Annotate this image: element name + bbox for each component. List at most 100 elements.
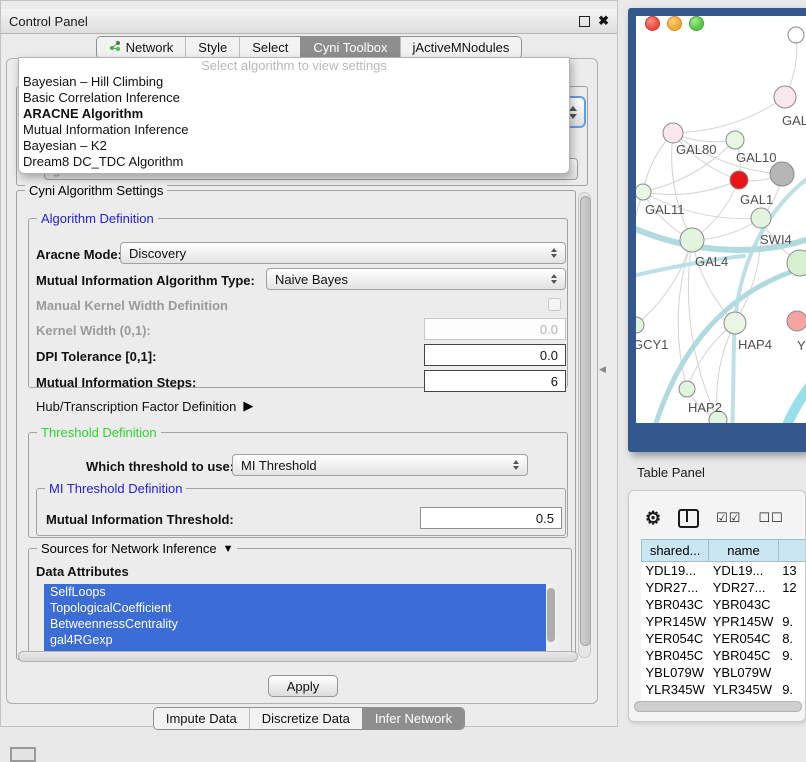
mi-threshold-group-title: MI Threshold Definition bbox=[45, 481, 186, 496]
sources-group-title: Sources for Network Inference bbox=[41, 541, 217, 556]
column-header[interactable] bbox=[778, 540, 806, 562]
attribute-item[interactable]: gal4RGexp bbox=[44, 632, 546, 648]
network-node[interactable] bbox=[751, 208, 771, 228]
kernel-width-field[interactable]: 0.0 bbox=[424, 318, 566, 340]
algorithm-definition-title: Algorithm Definition bbox=[37, 211, 158, 226]
network-node[interactable] bbox=[679, 381, 695, 397]
data-attributes-list[interactable]: SelfLoopsTopologicalCoefficientBetweenne… bbox=[44, 584, 546, 652]
attributes-scrollbar[interactable] bbox=[546, 584, 557, 652]
tab-style[interactable]: Style bbox=[185, 37, 239, 58]
close-icon[interactable]: ✖ bbox=[598, 15, 609, 27]
tab-discretize-data[interactable]: Discretize Data bbox=[249, 708, 362, 729]
table-row[interactable]: YDL19...YDL19...13 bbox=[642, 562, 806, 580]
attribute-item[interactable]: TopologicalCoefficient bbox=[44, 600, 546, 616]
manual-kernel-width-checkbox[interactable] bbox=[548, 298, 561, 311]
network-node[interactable] bbox=[726, 131, 744, 149]
column-header[interactable]: name bbox=[709, 540, 778, 562]
network-node[interactable] bbox=[787, 311, 806, 331]
node-label: SWI4 bbox=[760, 232, 792, 247]
tab-select[interactable]: Select bbox=[239, 37, 300, 58]
deselect-checkboxes-icon[interactable]: ☐☐ bbox=[758, 510, 783, 526]
manual-kernel-width-label: Manual Kernel Width Definition bbox=[36, 298, 228, 313]
scrollbar-thumb[interactable] bbox=[547, 588, 555, 642]
expand-arrow-icon: ▶ bbox=[243, 398, 253, 414]
minimize-traffic-light-icon[interactable] bbox=[667, 16, 682, 31]
network-node[interactable] bbox=[774, 86, 796, 108]
mi-algorithm-type-combo[interactable]: Naive Bayes bbox=[266, 268, 566, 290]
close-traffic-light-icon[interactable] bbox=[645, 16, 660, 31]
network-thick-edge bbox=[782, 372, 806, 423]
tab-network[interactable]: Network bbox=[97, 37, 186, 58]
node-label: GAL80 bbox=[676, 142, 716, 157]
mi-threshold-field[interactable]: 0.5 bbox=[420, 507, 562, 529]
table-row[interactable]: YBL079WYBL079W bbox=[642, 664, 806, 681]
which-threshold-combo[interactable]: MI Threshold bbox=[232, 454, 528, 476]
kernel-width-label: Kernel Width (0,1): bbox=[36, 323, 151, 338]
attribute-item[interactable]: BetweennessCentrality bbox=[44, 616, 546, 632]
collapse-arrow-icon[interactable]: ▼ bbox=[223, 543, 234, 555]
node-label: HAP4 bbox=[738, 337, 772, 352]
network-node[interactable] bbox=[724, 312, 746, 334]
table-panel-title: Table Panel bbox=[637, 465, 705, 480]
scrollbar-thumb[interactable] bbox=[18, 651, 578, 662]
select-all-checkboxes-icon[interactable]: ☑☑ bbox=[716, 510, 741, 526]
tab-jactivemnodules[interactable]: jActiveMNodules bbox=[400, 37, 522, 58]
float-window-icon[interactable] bbox=[579, 16, 590, 27]
top-tab-bar: NetworkStyleSelectCyni ToolboxjActiveMNo… bbox=[0, 36, 618, 59]
column-header[interactable]: shared... bbox=[642, 540, 709, 562]
node-attribute-table[interactable]: shared...nameYDL19...YDL19...13YDR27...Y… bbox=[641, 539, 806, 701]
algorithm-option[interactable]: Bayesian – K2 bbox=[19, 138, 569, 154]
node-label: GAL10 bbox=[736, 150, 776, 165]
table-row[interactable]: YBR043CYBR043C bbox=[642, 596, 806, 613]
network-edge bbox=[687, 323, 735, 389]
mi-steps-field[interactable]: 6 bbox=[424, 370, 566, 392]
algorithm-option[interactable]: ARACNE Algorithm bbox=[19, 106, 569, 122]
table-row[interactable]: YER054CYER054C8. bbox=[642, 630, 806, 647]
apply-button[interactable]: Apply bbox=[268, 675, 338, 697]
splitter-collapse-icon[interactable]: ◀ bbox=[599, 364, 606, 375]
tab-cyni-toolbox[interactable]: Cyni Toolbox bbox=[300, 37, 399, 58]
network-node[interactable] bbox=[770, 162, 794, 186]
table-row[interactable]: YDR27...YDR27...12 bbox=[642, 579, 806, 596]
aracne-mode-label: Aracne Mode: bbox=[36, 247, 122, 262]
algorithm-option[interactable]: Mutual Information Inference bbox=[19, 122, 569, 138]
node-label: Y bbox=[797, 338, 806, 353]
control-panel-title: Control Panel bbox=[9, 14, 88, 29]
aracne-mode-combo[interactable]: Discovery bbox=[120, 242, 566, 264]
network-node[interactable] bbox=[663, 123, 683, 143]
network-edge bbox=[735, 218, 761, 323]
table-horizontal-scrollbar[interactable] bbox=[634, 700, 804, 711]
table-row[interactable]: YLR345WYLR345W9. bbox=[642, 681, 806, 698]
network-edge bbox=[643, 180, 739, 194]
dpi-tolerance-field[interactable]: 0.0 bbox=[424, 344, 566, 366]
table-row[interactable]: YBR045CYBR045C9. bbox=[642, 647, 806, 664]
scrollbar-thumb[interactable] bbox=[634, 701, 802, 712]
scrollbar-thumb[interactable] bbox=[580, 196, 591, 646]
dropdown-prompt: Select algorithm to view settings bbox=[19, 58, 569, 74]
settings-vertical-scrollbar[interactable] bbox=[578, 192, 591, 658]
settings-group-title: Cyni Algorithm Settings bbox=[25, 183, 167, 198]
hub-tf-definition-label: Hub/Transcription Factor Definition bbox=[36, 399, 236, 414]
attribute-item[interactable]: SelfLoops bbox=[44, 584, 546, 600]
network-node[interactable] bbox=[788, 27, 804, 43]
algorithm-option[interactable]: Dream8 DC_TDC Algorithm bbox=[19, 154, 569, 170]
tab-infer-network[interactable]: Infer Network bbox=[362, 708, 464, 729]
dpi-tolerance-label: DPI Tolerance [0,1]: bbox=[36, 349, 156, 364]
settings-horizontal-scrollbar[interactable] bbox=[18, 650, 578, 661]
algorithm-option[interactable]: Bayesian – Hill Climbing bbox=[19, 74, 569, 90]
mi-threshold-label: Mutual Information Threshold: bbox=[46, 512, 234, 527]
network-node[interactable] bbox=[680, 228, 704, 252]
tab-impute-data[interactable]: Impute Data bbox=[154, 708, 249, 729]
collapsed-panel-handle[interactable] bbox=[10, 747, 36, 762]
network-node[interactable] bbox=[730, 171, 748, 189]
table-row[interactable]: YPR145WYPR145W9. bbox=[642, 613, 806, 630]
columns-icon[interactable] bbox=[678, 509, 699, 528]
network-node[interactable] bbox=[636, 184, 651, 200]
zoom-traffic-light-icon[interactable] bbox=[689, 16, 704, 31]
combo-spinner-icon bbox=[551, 274, 557, 284]
network-canvas[interactable]: GALGAL80GAL10GAL1GAL11SWI4GAL4GCY1HAP4YH… bbox=[636, 16, 806, 423]
algorithm-option[interactable]: Basic Correlation Inference bbox=[19, 90, 569, 106]
gear-icon[interactable]: ⚙ bbox=[645, 509, 661, 527]
table-panel-window: ⚙ ☑☑ ☐☐ shared...nameYDL19...YDL19...13Y… bbox=[628, 490, 806, 722]
hub-tf-definition-section[interactable]: Hub/Transcription Factor Definition ▶ bbox=[36, 398, 253, 414]
